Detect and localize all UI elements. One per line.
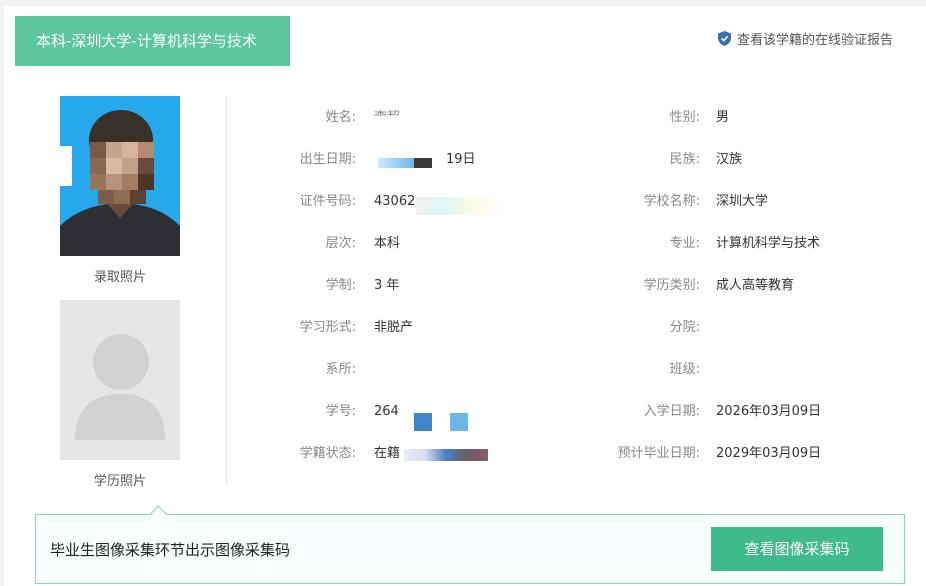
field-label: 出生日期:	[299, 152, 356, 167]
field-label: 民族:	[669, 152, 700, 167]
field-value: 成人高等教育	[716, 278, 795, 293]
field-value: 汉族	[716, 152, 743, 167]
field-label: 系所:	[325, 362, 356, 377]
field-value: 深圳大学	[716, 194, 769, 209]
redaction-mask	[404, 449, 488, 461]
user-placeholder-icon	[75, 334, 165, 440]
verify-report-link[interactable]: 查看该学籍的在线验证报告	[718, 29, 894, 48]
image-code-notice: 毕业生图像采集环节出示图像采集码	[50, 541, 291, 559]
field-label: 姓名:	[325, 110, 356, 125]
field-label: 学历类别:	[643, 278, 700, 293]
field-label: 班级:	[669, 362, 700, 377]
field-value: 本科	[374, 236, 401, 251]
field-label: 入学日期:	[643, 404, 700, 419]
admission-photo	[60, 96, 180, 256]
redaction-mask	[414, 413, 432, 431]
field-value: 在籍	[374, 446, 401, 461]
verify-link-label: 查看该学籍的在线验证报告	[737, 32, 894, 48]
admission-photo-caption: 录取照片	[93, 270, 146, 285]
field-label: 学制:	[325, 278, 356, 293]
field-label: 学校名称:	[643, 194, 700, 209]
field-label: 分院:	[669, 320, 700, 335]
field-value: 264	[374, 404, 399, 419]
field-label: 层次:	[325, 236, 356, 251]
redaction-mask	[450, 413, 468, 431]
field-value: 男	[716, 110, 730, 125]
field-label: 专业:	[669, 236, 700, 251]
view-image-code-button[interactable]: 查看图像采集码	[711, 527, 883, 571]
field-value: 非脱产	[374, 320, 414, 335]
education-photo-placeholder	[60, 300, 180, 460]
field-label: 学号:	[325, 404, 356, 419]
field-label: 学籍状态:	[299, 446, 356, 461]
redaction-mask	[414, 158, 432, 168]
field-value: 19日	[446, 152, 476, 167]
field-label: 证件号码:	[299, 194, 356, 209]
field-value: 2029年03月09日	[716, 446, 822, 461]
redaction-mask	[416, 197, 506, 215]
shield-check-icon	[718, 30, 731, 46]
field-label: 性别:	[669, 110, 700, 125]
field-value: 2026年03月09日	[716, 404, 822, 419]
redaction-mask	[372, 116, 412, 128]
field-label: 学习形式:	[299, 320, 356, 335]
record-title: 本科-深圳大学-计算机科学与技术	[15, 16, 290, 66]
image-code-panel: 毕业生图像采集环节出示图像采集码 查看图像采集码	[35, 505, 905, 584]
field-label: 预计毕业日期:	[617, 446, 700, 461]
field-value: 3 年	[374, 278, 400, 293]
field-value: 计算机科学与技术	[716, 236, 821, 251]
field-value: 43062	[374, 194, 416, 209]
redaction-mask	[378, 158, 414, 168]
education-photo-caption: 学历照片	[93, 474, 146, 489]
student-record-card	[4, 6, 926, 586]
